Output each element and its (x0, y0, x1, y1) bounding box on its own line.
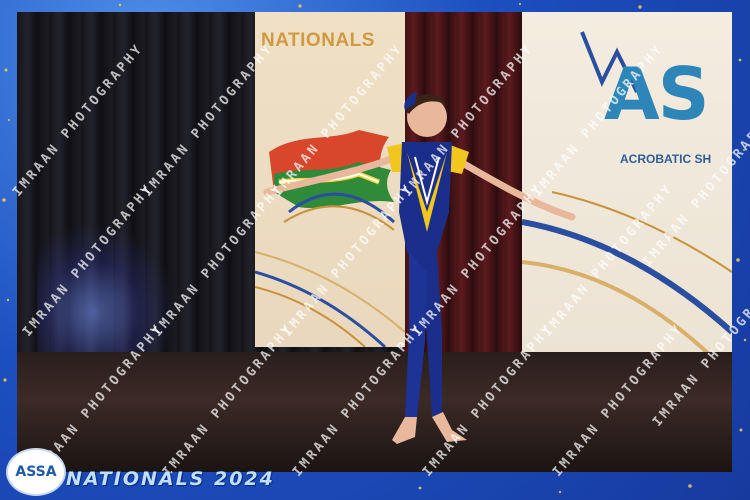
watermark-row: IMRAAN PHOTOGRAPHY (280, 180, 417, 340)
photographer-watermark: IMRAAN PHOTOGRAPHY IMRAAN PHOTOGRAPHY IM… (0, 0, 750, 500)
watermark-row: IMRAAN PHOTOGRAPHY (400, 40, 537, 200)
watermark-row: IMRAAN PHOTOGRAPHY (420, 320, 557, 480)
watermark-row: IMRAAN PHOTOGRAPHY (150, 180, 287, 340)
watermark-row: IMRAAN PHOTOGRAPHY (10, 40, 147, 200)
watermark-row: IMRAAN PHOTOGRAPHY (290, 320, 427, 480)
event-title: NATIONALS 2024 (66, 468, 275, 490)
photo-frame: NATIONALS AS ACROBATIC SH IMRAAN PHOTOGR… (0, 0, 750, 500)
watermark-row: IMRAAN PHOTOGRAPHY (20, 180, 157, 340)
assa-logo: ASSA (6, 448, 66, 496)
watermark-row: IMRAAN PHOTOGRAPHY (140, 40, 277, 200)
watermark-row: IMRAAN PHOTOGRAPHY (270, 40, 407, 200)
watermark-row: IMRAAN PHOTOGRAPHY (410, 180, 547, 340)
watermark-row: IMRAAN PHOTOGRAPHY (530, 40, 667, 200)
watermark-row: IMRAAN PHOTOGRAPHY (160, 320, 297, 480)
